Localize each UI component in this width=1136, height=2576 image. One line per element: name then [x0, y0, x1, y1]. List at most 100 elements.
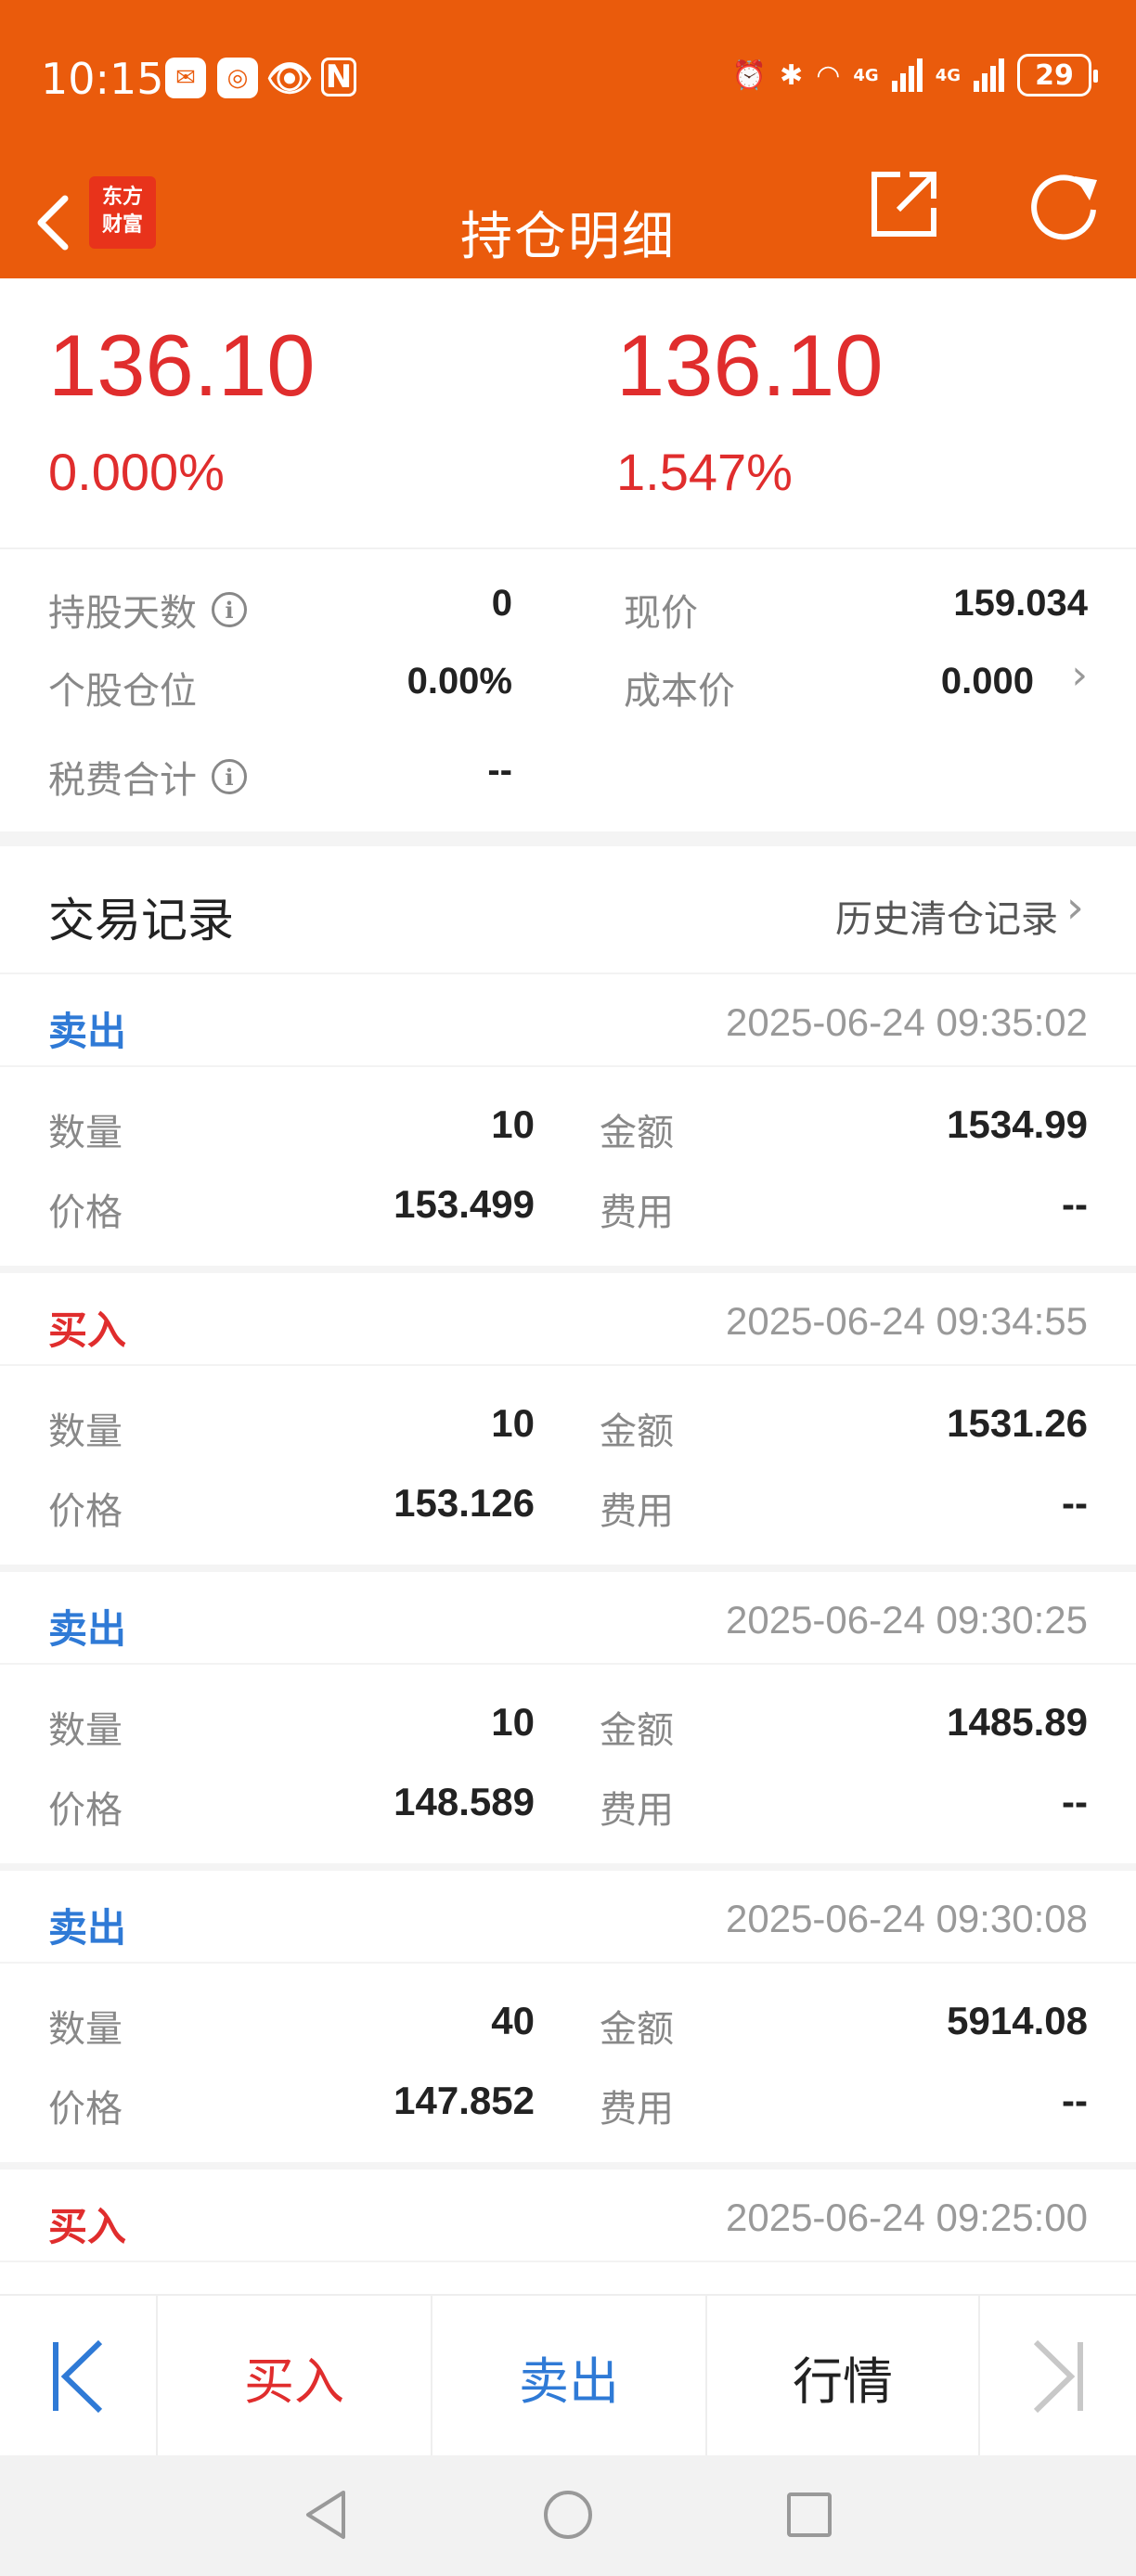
trade-time: 2025-06-24 09:34:55: [726, 1299, 1088, 1343]
fee-value: --: [1062, 1780, 1088, 1823]
amount-label: 金额: [600, 1112, 674, 1154]
trade-record[interactable]: 卖出 2025-06-24 09:30:08 数量 40 价格 147.852 …: [0, 1871, 1136, 2170]
refresh-icon: [1031, 174, 1097, 240]
trade-type: 卖出: [48, 1009, 127, 1054]
position-ratio-label-text: 个股仓位: [48, 670, 197, 713]
eye-icon: 👁: [265, 57, 314, 100]
nav-home-icon[interactable]: [540, 2487, 596, 2543]
amount-label: 金额: [600, 2008, 674, 2051]
alarm-icon: ⏰: [731, 58, 768, 92]
fee-label: 费用: [600, 1191, 674, 1234]
info-icon[interactable]: i: [212, 592, 247, 627]
trade-type: 卖出: [48, 1606, 127, 1652]
history-clear-link[interactable]: 历史清仓记录: [835, 889, 1058, 943]
refresh-button[interactable]: [1025, 167, 1106, 249]
cost-price-label[interactable]: 成本价: [624, 661, 735, 715]
qty-value: 10: [491, 1102, 535, 1146]
fee-value: --: [1062, 2079, 1088, 2122]
hold-days-value: 0: [491, 583, 512, 624]
current-price-value: 159.034: [953, 583, 1088, 624]
quote-button[interactable]: 行情: [707, 2296, 978, 2457]
notification-icons: ✉ ◎ 👁 N: [165, 57, 356, 100]
tax-fee-value: --: [487, 750, 512, 791]
trade-records-header: 交易记录 历史清仓记录 ›: [0, 846, 1136, 974]
tax-fee-label-text: 税费合计: [48, 759, 197, 802]
current-price-label-text: 现价: [624, 592, 698, 635]
position-details: 持股天数 i 0 个股仓位 0.00% 税费合计 i -- 现价 159.034…: [0, 547, 1136, 831]
price-label: 价格: [48, 2088, 123, 2131]
qty-label: 数量: [48, 1410, 123, 1453]
status-time: 10:15: [41, 54, 164, 104]
trade-records: 交易记录 历史清仓记录 › 卖出 2025-06-24 09:35:02 数量 …: [0, 846, 1136, 2294]
amount-value: 1534.99: [947, 1102, 1088, 1146]
price-value: 153.126: [394, 1481, 535, 1525]
trade-time: 2025-06-24 09:30:25: [726, 1598, 1088, 1642]
position-ratio-value: 0.00%: [407, 661, 512, 702]
skip-last-icon: [1033, 2339, 1083, 2414]
qty-label: 数量: [48, 1709, 123, 1752]
action-bar: 买入 卖出 行情: [0, 2294, 1136, 2457]
sell-button[interactable]: 卖出: [432, 2296, 705, 2457]
chevron-right-icon[interactable]: ›: [1066, 882, 1084, 934]
message-icon: ✉: [165, 58, 206, 98]
price-value: 148.589: [394, 1780, 535, 1823]
amount-label: 金额: [600, 1709, 674, 1752]
battery-level: 29: [1035, 58, 1074, 92]
trade-record[interactable]: 卖出 2025-06-24 09:35:02 数量 10 价格 153.499 …: [0, 974, 1136, 1273]
trade-header: 卖出 2025-06-24 09:35:02: [0, 974, 1136, 1067]
battery-icon: 29: [1017, 54, 1098, 97]
qty-value: 10: [491, 1401, 535, 1445]
amount-value: 1531.26: [947, 1401, 1088, 1445]
market-value: 136.10: [48, 316, 316, 414]
hold-days-label-text: 持股天数: [48, 592, 197, 635]
system-nav-bar: [0, 2455, 1136, 2576]
trade-type: 买入: [48, 1307, 127, 1353]
wifi-icon: ◠: [816, 58, 841, 92]
price-value: 153.499: [394, 1182, 535, 1226]
profit-pct: 1.547%: [616, 443, 793, 501]
skip-first-icon: [53, 2339, 103, 2414]
buy-button[interactable]: 买入: [158, 2296, 431, 2457]
nav-recents-icon[interactable]: [781, 2487, 837, 2543]
bluetooth-icon: ✱: [780, 58, 804, 92]
cost-price-label-text: 成本价: [624, 670, 735, 713]
divider: [0, 2162, 1136, 2170]
fee-value: --: [1062, 1481, 1088, 1525]
info-icon[interactable]: i: [212, 759, 247, 794]
share-icon: [871, 172, 936, 237]
trade-header: 买入 2025-06-24 09:25:00: [0, 2170, 1136, 2262]
price-label: 价格: [48, 1191, 123, 1234]
signal-icon: [891, 58, 923, 92]
qty-label: 数量: [48, 1112, 123, 1154]
nav-back-icon[interactable]: [299, 2487, 355, 2543]
signal-icon-2: [974, 58, 1004, 92]
cost-price-value[interactable]: 0.000: [941, 661, 1034, 702]
first-page-button[interactable]: [0, 2296, 156, 2457]
trade-time: 2025-06-24 09:25:00: [726, 2196, 1088, 2239]
trade-type: 卖出: [48, 1905, 127, 1951]
page-title: 持仓明细: [460, 207, 676, 267]
fee-label: 费用: [600, 2088, 674, 2131]
fee-label: 费用: [600, 1789, 674, 1832]
divider: [0, 1266, 1136, 1273]
chevron-right-icon[interactable]: ›: [1071, 651, 1088, 699]
tax-fee-label: 税费合计 i: [48, 750, 247, 804]
status-right: ⏰ ✱ ◠ 4G 4G 29: [731, 54, 1098, 97]
network-4g-label: 4G: [853, 65, 879, 85]
trade-record[interactable]: 买入 2025-06-24 09:25:00: [0, 2170, 1136, 2294]
app-header: 10:15 ✉ ◎ 👁 N ⏰ ✱ ◠ 4G 4G 29 东方 财富 持仓明细: [0, 0, 1136, 278]
status-bar: 10:15 ✉ ◎ 👁 N ⏰ ✱ ◠ 4G 4G 29: [0, 0, 1136, 167]
trade-record[interactable]: 买入 2025-06-24 09:34:55 数量 10 价格 153.126 …: [0, 1273, 1136, 1572]
last-page-button[interactable]: [980, 2296, 1136, 2457]
price-label: 价格: [48, 1789, 123, 1832]
price-value: 147.852: [394, 2079, 535, 2122]
qty-value: 40: [491, 1999, 535, 2042]
profit-value: 136.10: [616, 316, 884, 414]
share-button[interactable]: [867, 167, 941, 241]
trade-time: 2025-06-24 09:35:02: [726, 1000, 1088, 1044]
current-price-label: 现价: [624, 583, 698, 637]
trade-type: 买入: [48, 2204, 127, 2249]
trade-records-title: 交易记录: [48, 894, 234, 947]
browser-icon: ◎: [217, 58, 258, 98]
trade-record[interactable]: 卖出 2025-06-24 09:30:25 数量 10 价格 148.589 …: [0, 1572, 1136, 1871]
